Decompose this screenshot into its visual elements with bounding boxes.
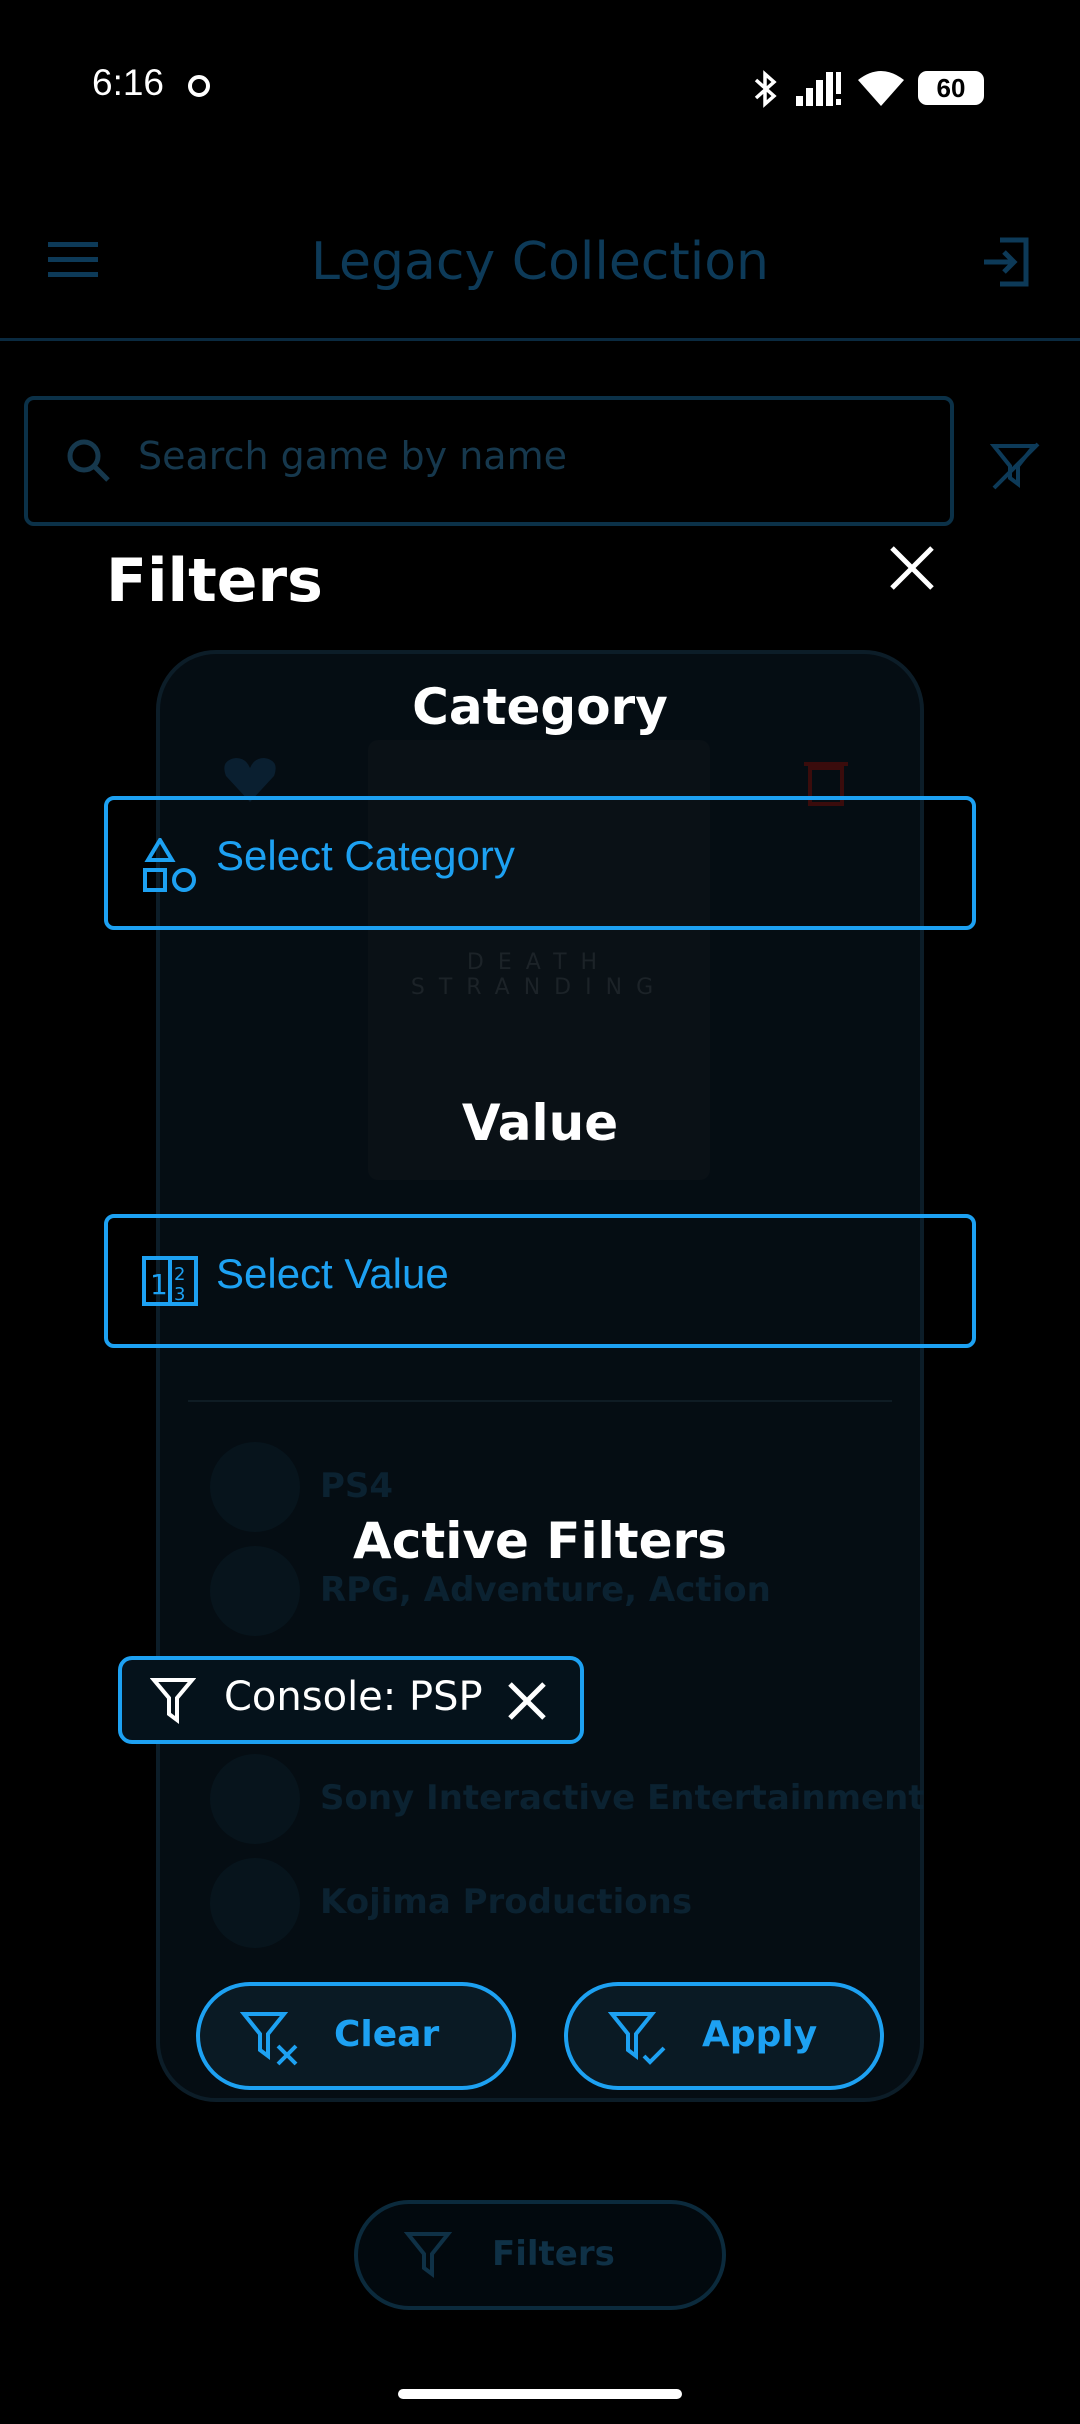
search-placeholder: Search game by name — [138, 434, 567, 478]
remove-filter-icon[interactable] — [506, 1680, 548, 1722]
active-filters-heading: Active Filters — [353, 1512, 727, 1570]
close-icon[interactable] — [884, 540, 940, 596]
app-title: Legacy Collection — [310, 232, 770, 292]
numbers-icon: 1 2 3 — [142, 1256, 198, 1306]
value-heading: Value — [461, 1094, 619, 1152]
clear-filter-icon[interactable] — [990, 440, 1042, 492]
svg-text:1: 1 — [150, 1268, 168, 1301]
apply-button-label: Apply — [702, 2014, 818, 2055]
info-publisher: Sony Interactive Entertainment — [320, 1778, 925, 1818]
publisher-icon — [210, 1754, 300, 1844]
developer-icon — [210, 1858, 300, 1948]
card-divider — [188, 1400, 892, 1402]
info-console: PS4 — [320, 1466, 394, 1506]
filter-clear-icon — [240, 2012, 298, 2066]
info-genre: RPG, Adventure, Action — [320, 1570, 771, 1610]
clear-button-label: Clear — [334, 2014, 440, 2055]
active-filter-chip-label: Console: PSP — [224, 1674, 483, 1720]
logout-icon[interactable] — [980, 236, 1032, 288]
value-select-label: Select Value — [216, 1250, 449, 1297]
filters-button-label: Filters — [492, 2234, 615, 2274]
info-developer: Kojima Productions — [320, 1882, 693, 1922]
search-icon — [67, 439, 110, 482]
filter-check-icon — [608, 2012, 666, 2065]
filter-icon — [150, 1678, 196, 1724]
home-indicator[interactable] — [398, 2389, 682, 2399]
header-divider — [0, 338, 1080, 341]
background-app: Legacy Collection Search game by name DE… — [0, 0, 1080, 2424]
filter-icon — [404, 2232, 452, 2278]
svg-text:2: 2 — [174, 1264, 185, 1285]
game-cover-title: DEATH STRANDING — [410, 950, 668, 1000]
filters-title: Filters — [106, 546, 323, 616]
category-select-label: Select Category — [216, 832, 515, 879]
shapes-icon — [143, 838, 196, 892]
svg-text:3: 3 — [174, 1284, 185, 1305]
category-heading: Category — [412, 678, 668, 736]
